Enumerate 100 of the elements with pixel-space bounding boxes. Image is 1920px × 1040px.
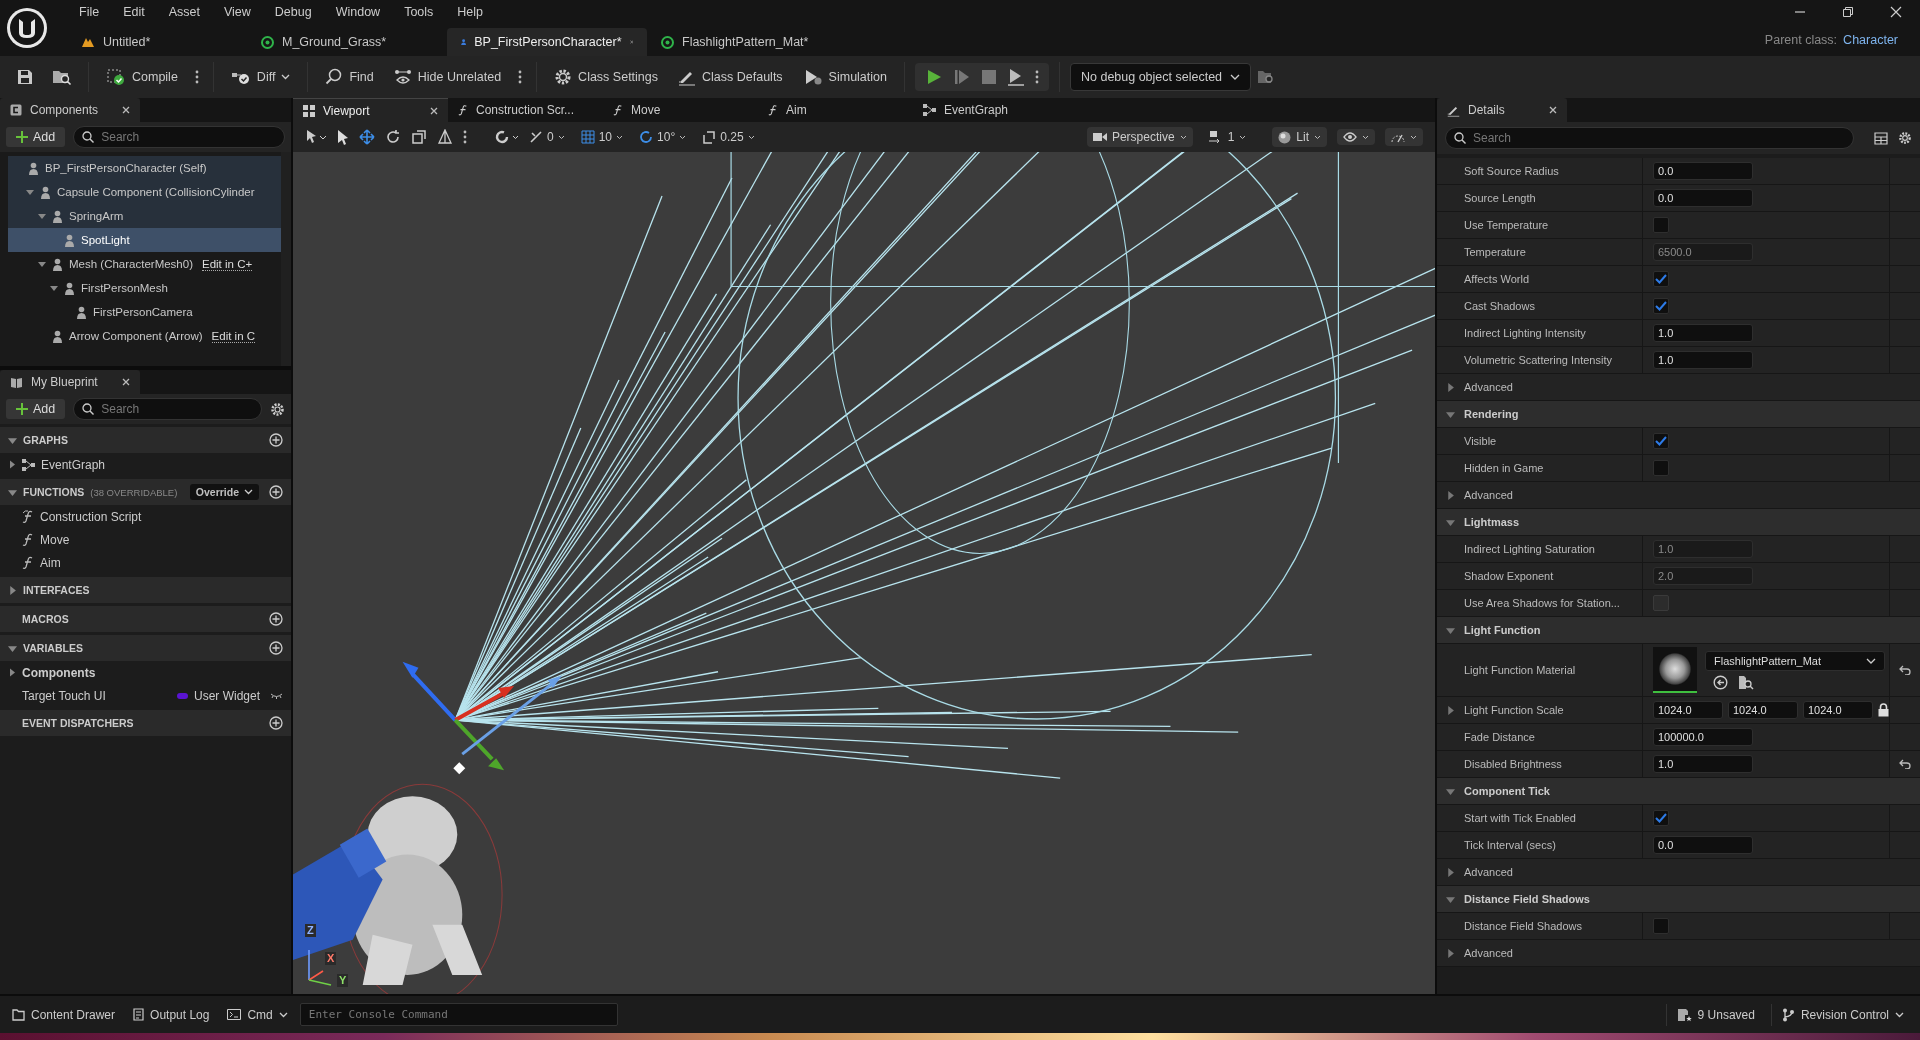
world-local-icon[interactable]	[493, 129, 519, 145]
blueprint-item[interactable]: Components	[0, 661, 291, 684]
panel-tab[interactable]: Details	[1437, 98, 1567, 122]
checkbox[interactable]	[1653, 217, 1669, 233]
add-button[interactable]: Add	[6, 127, 66, 147]
expand-arrow-icon[interactable]	[8, 668, 16, 677]
section-header[interactable]: VARIABLES	[0, 635, 291, 661]
menu-item[interactable]: View	[211, 2, 263, 22]
expand-arrow-icon[interactable]	[38, 212, 46, 220]
toolbar-button[interactable]: Simulation	[795, 64, 894, 90]
content-drawer-button[interactable]: Content Drawer	[6, 1003, 122, 1026]
number-field[interactable]: 1024.0	[1803, 701, 1873, 719]
engine-logo-icon[interactable]	[5, 6, 49, 50]
show-flags-button[interactable]	[1337, 129, 1375, 145]
use-selected-icon[interactable]	[1713, 674, 1728, 690]
add-circle-icon[interactable]	[269, 716, 283, 730]
surface-snap-icon[interactable]	[437, 129, 453, 145]
number-field[interactable]: 1.0	[1653, 755, 1753, 773]
select-mode-icon[interactable]	[305, 129, 327, 145]
tree-item[interactable]: SpotLight	[8, 228, 281, 252]
table-view-icon[interactable]	[1874, 131, 1888, 145]
debug-object-dropdown[interactable]: No debug object selected	[1070, 63, 1252, 91]
editor-tab[interactable]: Construction Scr...	[448, 98, 603, 122]
search-field[interactable]: Search	[73, 126, 285, 148]
lighting-mode-dropdown[interactable]: Lit	[1272, 127, 1327, 147]
close-icon[interactable]	[122, 106, 130, 114]
editor-tab[interactable]: EventGraph	[913, 98, 1068, 122]
rotate-icon[interactable]	[385, 129, 401, 145]
document-tab[interactable]: M_Ground_Grass*	[247, 28, 447, 56]
cursor-icon[interactable]	[337, 129, 349, 145]
more-options-icon[interactable]	[463, 130, 467, 144]
document-tab[interactable]: Untitled*	[67, 28, 247, 56]
panel-tab[interactable]: Components	[0, 98, 140, 122]
menu-item[interactable]: Help	[445, 2, 496, 22]
expand-arrow-icon[interactable]	[8, 585, 17, 595]
editor-tab[interactable]: Viewport	[293, 98, 448, 122]
expand-arrow-icon[interactable]	[50, 284, 58, 292]
view-mode-dropdown[interactable]: Perspective	[1086, 127, 1193, 147]
tree-item[interactable]: FirstPersonCamera	[8, 300, 281, 324]
expand-arrow-icon[interactable]	[1446, 948, 1455, 958]
editor-tab[interactable]: Aim	[758, 98, 913, 122]
parent-class-link[interactable]: Character	[1843, 33, 1898, 47]
checkbox[interactable]	[1653, 918, 1669, 934]
edit-in-cpp-link[interactable]: Edit in C+	[202, 257, 253, 271]
tree-item[interactable]: Capsule Component (CollisionCylinder	[8, 180, 281, 204]
expand-arrow-icon[interactable]	[1446, 867, 1455, 877]
folder-search-icon[interactable]	[1738, 674, 1754, 690]
checkbox[interactable]	[1653, 433, 1669, 449]
close-icon[interactable]	[430, 106, 438, 115]
camera-speed-dropdown[interactable]: 1	[1202, 127, 1253, 147]
folder-search-icon[interactable]	[1257, 69, 1276, 85]
menu-item[interactable]: Asset	[156, 2, 212, 22]
blueprint-item[interactable]: Target Touch UI User Widget	[0, 684, 291, 707]
override-dropdown[interactable]: Override	[189, 484, 259, 500]
tree-item[interactable]: BP_FirstPersonCharacter (Self)	[8, 156, 281, 180]
cmd-dropdown[interactable]: Cmd	[221, 1003, 294, 1026]
compile-button[interactable]: Compile	[99, 64, 185, 90]
close-icon[interactable]	[1890, 6, 1902, 18]
toolbar-button[interactable]: Find	[318, 64, 381, 90]
number-field[interactable]: 100000.0	[1653, 728, 1753, 746]
revision-control-button[interactable]: Revision Control	[1770, 1003, 1914, 1026]
expand-arrow-icon[interactable]	[8, 487, 17, 497]
tree-item[interactable]: Arrow Component (Arrow) Edit in C	[8, 324, 281, 348]
more-options-icon[interactable]	[1035, 70, 1039, 84]
lock-icon[interactable]	[1878, 703, 1889, 717]
menu-item[interactable]: File	[67, 2, 112, 22]
expand-arrow-icon[interactable]	[1446, 490, 1455, 500]
more-options-icon[interactable]	[194, 70, 199, 84]
menu-item[interactable]: Window	[323, 2, 393, 22]
checkbox[interactable]	[1653, 460, 1669, 476]
toolbar-button[interactable]: Class Settings	[547, 64, 665, 90]
snap-setting-button[interactable]: 10	[580, 130, 624, 144]
snap-setting-button[interactable]: 0.25	[702, 130, 755, 144]
menu-item[interactable]: Edit	[111, 2, 157, 22]
close-icon[interactable]	[122, 378, 130, 386]
document-tab[interactable]: FlashlightPattern_Mat*	[647, 28, 847, 56]
restore-icon[interactable]	[1842, 6, 1854, 18]
expand-arrow-icon[interactable]	[8, 643, 17, 653]
expand-arrow-icon[interactable]	[1446, 786, 1455, 796]
blueprint-item[interactable]: Aim	[0, 551, 291, 574]
settings-icon[interactable]	[1898, 131, 1912, 145]
expand-arrow-icon[interactable]	[26, 188, 34, 196]
play-icon[interactable]	[925, 68, 943, 86]
eject-icon[interactable]	[1007, 68, 1025, 86]
number-field[interactable]: 0.0	[1653, 189, 1753, 207]
console-input[interactable]: Enter Console Command	[299, 1003, 618, 1026]
number-field[interactable]: 1.0	[1653, 324, 1753, 342]
add-button[interactable]: Add	[6, 399, 66, 419]
move-arrows-icon[interactable]	[359, 129, 375, 145]
search-field[interactable]: Search	[73, 398, 262, 420]
performance-button[interactable]	[1385, 128, 1423, 146]
number-field[interactable]: 1024.0	[1653, 701, 1723, 719]
edit-in-cpp-link[interactable]: Edit in C	[211, 329, 256, 343]
number-field[interactable]: 0.0	[1653, 836, 1753, 854]
checkbox[interactable]	[1653, 298, 1669, 314]
advanced-toggle[interactable]: Advanced	[1464, 866, 1513, 878]
expand-arrow-icon[interactable]	[8, 460, 16, 469]
section-header[interactable]: GRAPHS	[0, 427, 291, 453]
toolbar-button[interactable]: Hide Unrelated	[386, 64, 509, 90]
add-circle-icon[interactable]	[269, 612, 283, 626]
